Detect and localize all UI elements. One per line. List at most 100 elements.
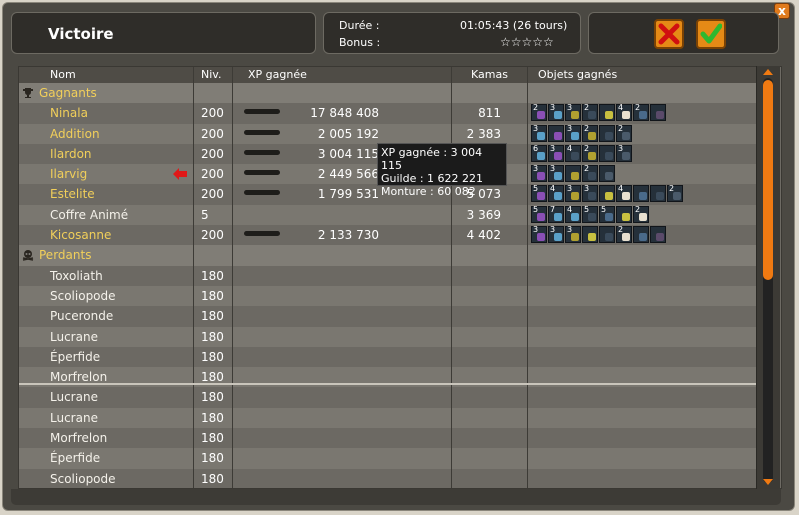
player-name[interactable]: Éperfide (50, 350, 100, 364)
item-slot[interactable]: 3 (616, 143, 632, 162)
item-slot[interactable] (548, 124, 564, 142)
player-name[interactable]: Ilarvig (50, 167, 87, 181)
col-name-header[interactable]: Nom (50, 68, 76, 81)
player-name[interactable]: Coffre Animé (50, 208, 128, 222)
player-name[interactable]: Scoliopode (50, 289, 116, 303)
player-name[interactable]: Morfrelon (50, 431, 107, 445)
table-row[interactable]: Coffre Animé 5 3 369 5 7 4 5 5 2 (19, 204, 757, 226)
item-slot[interactable]: 3 (548, 164, 564, 183)
item-slot[interactable]: 3 (548, 144, 564, 162)
table-row[interactable]: Ninala 200 17 848 408 811 2 3 3 2 4 2 (19, 103, 757, 124)
table-row[interactable]: Morfrelon 180 (19, 428, 757, 449)
player-name[interactable]: Lucrane (50, 411, 98, 425)
item-slot[interactable] (650, 226, 666, 244)
table-row[interactable]: Lucrane 180 (19, 407, 757, 429)
accept-button[interactable] (696, 19, 726, 49)
item-slot[interactable]: 5 (531, 184, 547, 203)
item-slot[interactable]: 6 (531, 144, 547, 162)
player-name[interactable]: Puceronde (50, 309, 113, 323)
player-name[interactable]: Scoliopode (50, 472, 116, 486)
item-slot[interactable] (599, 185, 615, 203)
item-icon (571, 233, 579, 242)
item-slot[interactable] (565, 165, 581, 183)
xp-gained[interactable]: 1 799 531 (318, 187, 379, 201)
player-name[interactable]: Lucrane (50, 330, 98, 344)
item-slot[interactable]: 5 (599, 205, 615, 223)
player-name[interactable]: Lucrane (50, 390, 98, 404)
xp-gained[interactable]: 2 449 566 (318, 167, 379, 181)
player-name[interactable]: Ilardon (50, 147, 92, 161)
item-slot[interactable]: 2 (667, 184, 683, 203)
table-row[interactable]: Éperfide 180 (19, 346, 757, 368)
table-row[interactable]: Lucrane 180 (19, 326, 757, 347)
player-name[interactable]: Ninala (50, 106, 88, 120)
reject-button[interactable] (654, 19, 684, 49)
item-slot[interactable] (650, 104, 666, 122)
xp-gained[interactable]: 17 848 408 (310, 106, 379, 120)
table-row[interactable]: Scoliopode 180 (19, 285, 757, 307)
item-slot[interactable] (599, 124, 615, 142)
item-slot[interactable]: 3 (531, 124, 547, 142)
item-slot[interactable] (599, 165, 615, 183)
item-slot[interactable]: 3 (565, 124, 581, 142)
item-slot[interactable]: 2 (531, 103, 547, 122)
item-slot[interactable]: 2 (616, 225, 632, 244)
player-name[interactable]: Addition (50, 127, 100, 141)
item-slot[interactable] (582, 226, 598, 244)
table-row[interactable]: Addition 200 2 005 192 2 383 3 3 2 2 (19, 123, 757, 144)
item-slot[interactable] (616, 205, 632, 223)
table-row[interactable]: Éperfide 180 (19, 448, 757, 469)
item-slot[interactable]: 3 (531, 164, 547, 183)
item-slot[interactable]: 3 (565, 184, 581, 203)
table-row[interactable]: Kicosanne 200 2 133 730 4 402 3 3 3 2 (19, 225, 757, 246)
item-slot[interactable] (599, 226, 615, 244)
item-slot[interactable]: 4 (565, 205, 581, 223)
table-row[interactable]: Lucrane 180 (19, 387, 757, 408)
item-slot[interactable]: 3 (565, 225, 581, 244)
table-row[interactable]: Toxoliath 180 (19, 265, 757, 286)
item-slot[interactable] (633, 185, 649, 203)
item-slot[interactable]: 3 (531, 225, 547, 244)
item-slot[interactable]: 4 (616, 103, 632, 122)
item-slot[interactable]: 4 (548, 184, 564, 203)
col-xp-header[interactable]: XP gagnée (248, 68, 307, 81)
item-slot[interactable]: 3 (582, 184, 598, 203)
table-row[interactable]: Puceronde 180 (19, 306, 757, 327)
col-level-header[interactable]: Niv. (201, 68, 221, 81)
scroll-thumb[interactable] (763, 80, 773, 280)
item-slot[interactable]: 2 (616, 124, 632, 142)
scroll-down-icon[interactable] (762, 478, 774, 486)
table-row[interactable]: Scoliopode 180 (19, 468, 757, 488)
item-quantity: 3 (618, 143, 624, 153)
scroll-up-icon[interactable] (762, 68, 774, 76)
item-slot[interactable]: 2 (582, 124, 598, 142)
item-slot[interactable] (599, 144, 615, 162)
item-slot[interactable] (633, 226, 649, 244)
vertical-scrollbar[interactable] (756, 66, 780, 489)
player-name[interactable]: Toxoliath (50, 269, 103, 283)
item-slot[interactable]: 3 (548, 103, 564, 122)
item-slot[interactable]: 3 (548, 225, 564, 244)
col-items-header[interactable]: Objets gagnés (538, 68, 617, 81)
item-slot[interactable]: 3 (565, 103, 581, 122)
item-slot[interactable]: 4 (616, 184, 632, 203)
player-name[interactable]: Estelite (50, 187, 95, 201)
item-slot[interactable]: 2 (582, 103, 598, 122)
item-slot[interactable]: 4 (565, 144, 581, 162)
item-slot[interactable] (650, 185, 666, 203)
item-slot[interactable]: 2 (633, 205, 649, 223)
player-name[interactable]: Éperfide (50, 451, 100, 465)
xp-gained[interactable]: 2 005 192 (318, 127, 379, 141)
item-slot[interactable] (599, 104, 615, 122)
item-slot[interactable]: 2 (582, 164, 598, 183)
col-kamas-header[interactable]: Kamas (471, 68, 508, 81)
item-slot[interactable]: 5 (531, 205, 547, 223)
item-slot[interactable]: 5 (582, 205, 598, 223)
item-slot[interactable]: 2 (633, 103, 649, 122)
item-icon (622, 151, 630, 160)
item-slot[interactable]: 7 (548, 205, 564, 223)
xp-gained[interactable]: 2 133 730 (318, 228, 379, 242)
player-name[interactable]: Kicosanne (50, 228, 111, 242)
xp-gained[interactable]: 3 004 115 (318, 147, 379, 161)
item-slot[interactable]: 2 (582, 144, 598, 162)
